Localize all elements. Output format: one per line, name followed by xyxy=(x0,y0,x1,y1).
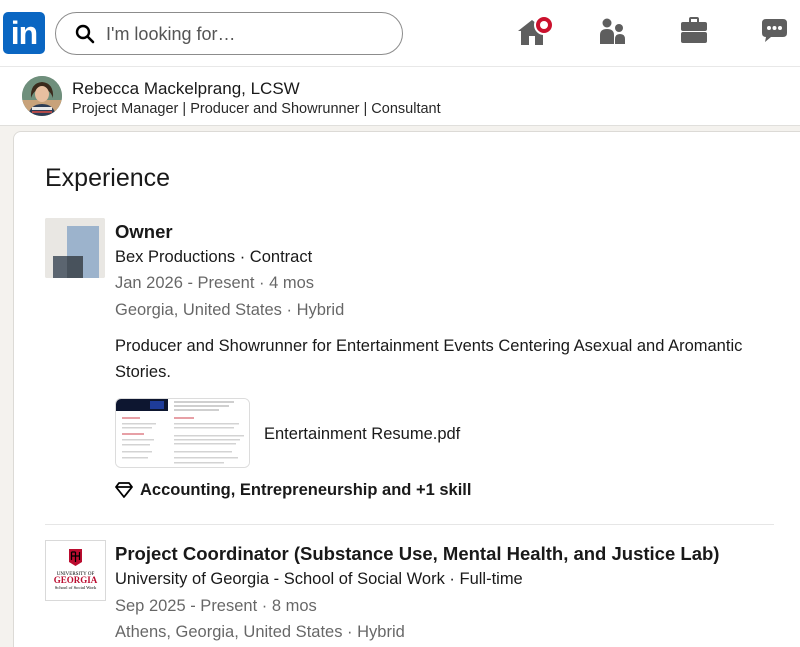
skills-text: Accounting, Entrepreneurship and +1 skil… xyxy=(140,481,472,499)
media-thumbnail[interactable] xyxy=(115,398,250,468)
date-range: Sep 2025 - Present · 8 mos xyxy=(115,597,317,615)
search-input[interactable] xyxy=(106,21,386,47)
nav-jobs[interactable] xyxy=(678,14,718,54)
company-logo-uga[interactable]: UNIVERSITY OF GEORGIA School of Social W… xyxy=(45,540,106,601)
messaging-icon xyxy=(762,19,787,42)
avatar[interactable] xyxy=(22,76,62,116)
profile-name: Rebecca Mackelprang, LCSW xyxy=(72,79,300,98)
linkedin-logo[interactable]: in xyxy=(3,12,45,54)
media-title[interactable]: Entertainment Resume.pdf xyxy=(264,425,460,444)
experience-card: Experience Owner Bex Productions · Contr… xyxy=(13,131,800,647)
role-title: Owner xyxy=(115,221,173,242)
company-name: Bex Productions · Contract xyxy=(115,248,313,266)
top-nav: in xyxy=(0,0,800,66)
divider xyxy=(45,524,774,525)
uga-logo-line-2: GEORGIA xyxy=(54,575,98,585)
date-range: Jan 2026 - Present · 4 mos xyxy=(115,274,315,292)
location: Athens, Georgia, United States · Hybrid xyxy=(115,623,405,641)
company-name: University of Georgia - School of Social… xyxy=(115,570,523,588)
role-description: Producer and Showrunner for Entertainmen… xyxy=(115,337,743,381)
jobs-icon xyxy=(681,17,707,43)
nav-home[interactable] xyxy=(515,14,555,54)
nav-messaging[interactable] xyxy=(758,14,798,54)
nav-my-network[interactable] xyxy=(597,14,637,54)
my-network-icon xyxy=(600,18,625,44)
section-title: Experience xyxy=(45,164,171,192)
search-icon xyxy=(75,24,95,44)
company-logo-bex[interactable] xyxy=(45,218,105,278)
profile-header: Rebecca Mackelprang, LCSW Project Manage… xyxy=(0,66,800,126)
notification-badge xyxy=(534,15,554,35)
location: Georgia, United States · Hybrid xyxy=(115,301,345,319)
diamond-icon xyxy=(115,482,133,498)
profile-headline: Project Manager | Producer and Showrunne… xyxy=(72,101,441,117)
role-title: Project Coordinator (Substance Use, Ment… xyxy=(115,543,720,564)
search-bar[interactable] xyxy=(55,12,403,55)
uga-logo-line-3: School of Social Work xyxy=(55,585,97,590)
